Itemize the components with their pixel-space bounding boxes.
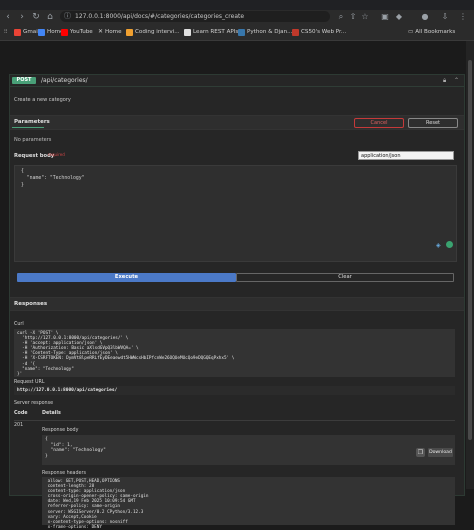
request-url-box: http://127.0.0.1:8000/api/categories/ <box>14 386 455 395</box>
response-headers-label: Response headers <box>42 471 86 476</box>
swagger-page: POST /api/categories/ 🔒︎ ⌃ Create a new … <box>0 41 466 530</box>
grammar-check-icon[interactable] <box>446 241 453 248</box>
bookmark-learn-rest[interactable]: Learn REST APIs <box>184 27 238 37</box>
home-icon[interactable]: ⌂ <box>44 11 56 23</box>
page-icon <box>292 28 299 36</box>
bookmark-label: All Bookmarks <box>415 29 456 35</box>
browser-tab-strip <box>0 0 474 10</box>
folder-icon: ▭ <box>408 29 414 35</box>
method-badge: POST <box>12 77 36 84</box>
operation-block: POST /api/categories/ 🔒︎ ⌃ Create a new … <box>9 74 465 530</box>
content-type-select[interactable]: application/json <box>358 151 454 160</box>
apps-icon[interactable]: ⁝⁝ <box>4 27 8 37</box>
extension-icon[interactable]: ▣ <box>380 11 390 23</box>
operation-header[interactable]: POST /api/categories/ 🔒︎ ⌃ <box>10 75 464 87</box>
request-url: http://127.0.0.1:8000/api/categories/ <box>17 388 118 393</box>
lock-icon[interactable]: 🔒︎ <box>443 76 446 85</box>
bookmark-home[interactable]: Home <box>38 27 64 37</box>
bookmark-python-django[interactable]: Python & Djan... <box>238 27 292 37</box>
bookmark-label: CS50's Web Pr... <box>301 29 347 35</box>
page-icon <box>238 28 245 36</box>
parameters-tab[interactable]: Parameters <box>14 119 50 125</box>
request-body-text: { "name": "Technology" } <box>21 169 85 188</box>
page-icon <box>184 28 191 36</box>
share-icon[interactable]: ⇧ <box>348 11 358 23</box>
bookmark-star-icon[interactable]: ☆ <box>360 11 370 23</box>
curl-label: Curl <box>14 322 24 327</box>
gmail-icon <box>14 28 21 36</box>
all-bookmarks[interactable]: ▭ All Bookmarks <box>408 27 455 37</box>
details-column-header: Details <box>42 411 61 416</box>
bookmark-label: Coding intervi... <box>135 29 180 35</box>
site-info-icon[interactable]: ⓘ <box>64 11 71 22</box>
operation-description: Create a new category <box>14 97 71 103</box>
bookmark-youtube[interactable]: YouTube <box>61 27 93 37</box>
curl-box[interactable]: curl -X 'POST' \ 'http://127.0.0.1:8000/… <box>14 329 455 377</box>
page-icon <box>126 28 133 36</box>
bookmark-label: Home <box>105 29 122 35</box>
execute-button[interactable]: Execute <box>17 273 236 282</box>
responses-bar: Responses <box>10 297 464 311</box>
response-body-text: { "id": 1, "name": "Technology" } <box>45 437 106 459</box>
response-code: 201 <box>14 423 24 428</box>
back-icon[interactable]: ‹ <box>2 11 14 23</box>
home-bookmark-icon <box>38 28 45 36</box>
youtube-icon <box>61 28 68 36</box>
no-parameters-text: No parameters <box>14 137 52 143</box>
operation-path: /api/categories/ <box>41 77 88 84</box>
reset-button[interactable]: Reset <box>408 118 458 128</box>
bookmarks-bar: ⁝⁝ Gmail Home YouTube ✕ Home Coding inter… <box>0 24 474 41</box>
curl-text: curl -X 'POST' \ 'http://127.0.0.1:8000/… <box>17 331 235 377</box>
editor-extension-icon[interactable]: ◈ <box>436 242 441 249</box>
zoom-icon[interactable]: ⌕ <box>336 11 346 23</box>
bookmark-coding-interview[interactable]: Coding intervi... <box>126 27 180 37</box>
server-response-label: Server response <box>14 401 54 406</box>
bookmark-gmail[interactable]: Gmail <box>14 27 39 37</box>
download-button[interactable]: Download <box>428 448 453 457</box>
bookmark-label: Gmail <box>23 29 40 35</box>
response-body-box[interactable]: { "id": 1, "name": "Technology" } ❐ Down… <box>42 435 455 465</box>
bookmark-home-x[interactable]: ✕ Home <box>98 27 122 37</box>
profile-icon[interactable]: ● <box>420 11 430 23</box>
address-bar[interactable]: ⓘ 127.0.0.1:8000/api/docs/#/categories/c… <box>60 11 330 22</box>
divider <box>14 420 455 421</box>
bookmark-label: Learn REST APIs <box>193 29 239 35</box>
reload-icon[interactable]: ↻ <box>30 11 42 23</box>
extension-icon[interactable]: ◆ <box>394 11 404 23</box>
response-body-label: Response body <box>42 428 79 433</box>
scrollbar-thumb[interactable] <box>468 60 472 440</box>
responses-title: Responses <box>14 301 48 307</box>
response-headers-text: allow: GET,POST,HEAD,OPTIONS content-len… <box>47 479 149 530</box>
request-url-label: Request URL <box>14 380 45 385</box>
address-url: 127.0.0.1:8000/api/docs/#/categories/cat… <box>75 13 245 20</box>
request-body-editor[interactable]: { "name": "Technology" } ◈ <box>14 165 457 262</box>
required-badge: required <box>48 152 65 157</box>
bookmark-label: YouTube <box>70 29 93 35</box>
parameters-bar: Parameters Cancel Reset <box>10 115 464 130</box>
chevron-up-icon[interactable]: ⌃ <box>454 76 459 85</box>
x-logo-icon: ✕ <box>98 28 104 35</box>
tab-underline <box>12 127 44 128</box>
clear-button[interactable]: Clear <box>236 273 454 282</box>
browser-toolbar: ‹ › ↻ ⌂ ⓘ 127.0.0.1:8000/api/docs/#/cate… <box>0 10 474 24</box>
downloads-icon[interactable]: ⇩ <box>440 11 450 23</box>
forward-icon[interactable]: › <box>16 11 28 23</box>
copy-icon[interactable]: ❐ <box>416 448 425 457</box>
cancel-button[interactable]: Cancel <box>354 118 404 128</box>
bookmark-label: Python & Djan... <box>247 29 293 35</box>
code-column-header: Code <box>14 411 28 416</box>
menu-icon[interactable]: ⋮ <box>458 11 468 23</box>
bookmark-cs50[interactable]: CS50's Web Pr... <box>292 27 346 37</box>
response-headers-box[interactable]: allow: GET,POST,HEAD,OPTIONS content-len… <box>42 477 455 530</box>
